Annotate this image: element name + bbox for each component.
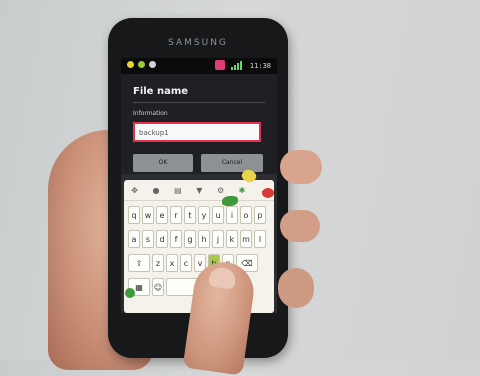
status-icons	[127, 61, 156, 68]
finger-right-2	[280, 210, 320, 242]
key-g[interactable]: g	[184, 230, 196, 248]
key-c[interactable]: c	[180, 254, 192, 272]
mic-icon[interactable]: ●	[153, 186, 160, 195]
arrows-icon[interactable]: ✥	[131, 186, 138, 195]
key-q[interactable]: q	[128, 206, 140, 224]
emoji-key[interactable]: ☺	[152, 278, 164, 296]
key-f[interactable]: f	[170, 230, 182, 248]
gear-icon[interactable]: ⚙	[217, 186, 224, 195]
notification-icon	[127, 61, 134, 68]
key-i[interactable]: i	[226, 206, 238, 224]
key-k[interactable]: k	[226, 230, 238, 248]
key-d[interactable]: d	[156, 230, 168, 248]
finger-right-3	[278, 268, 314, 308]
finger-right-1	[280, 150, 322, 184]
key-r[interactable]: r	[170, 206, 182, 224]
key-o[interactable]: o	[240, 206, 252, 224]
key-p[interactable]: p	[254, 206, 266, 224]
key-row-1: q w e r t y u i o p	[128, 206, 266, 224]
key-t[interactable]: t	[184, 206, 196, 224]
shirt-icon[interactable]: ▼	[196, 186, 202, 195]
brand-label: SAMSUNG	[168, 38, 228, 48]
key-h[interactable]: h	[198, 230, 210, 248]
sync-icon	[149, 61, 156, 68]
keyboard-toolbar: ✥ ● ▤ ▼ ⚙ ✱ ⌄	[124, 180, 274, 201]
splat-icon[interactable]: ✱	[239, 186, 246, 195]
key-a[interactable]: a	[128, 230, 140, 248]
key-z[interactable]: z	[152, 254, 164, 272]
key-u[interactable]: u	[212, 206, 224, 224]
filename-input[interactable]: backup1	[133, 122, 261, 142]
signal-icon	[231, 61, 242, 70]
dialog-title: File name	[133, 86, 189, 97]
key-y[interactable]: y	[198, 206, 210, 224]
status-time: 11:38	[249, 62, 271, 70]
paint-splat-green-small	[125, 288, 135, 298]
key-w[interactable]: w	[142, 206, 154, 224]
key-s[interactable]: s	[142, 230, 154, 248]
android-icon	[138, 61, 145, 68]
key-m[interactable]: m	[240, 230, 252, 248]
dialog-divider	[133, 102, 265, 103]
key-x[interactable]: x	[166, 254, 178, 272]
key-row-2: a s d f g h j k m l	[128, 230, 266, 248]
info-label: Information	[133, 110, 168, 117]
thumb-nail	[208, 266, 237, 290]
app-icon	[215, 60, 225, 70]
key-j[interactable]: j	[212, 230, 224, 248]
key-l[interactable]: l	[254, 230, 266, 248]
status-bar: 11:38	[121, 58, 277, 74]
key-e[interactable]: e	[156, 206, 168, 224]
clipboard-icon[interactable]: ▤	[174, 186, 182, 195]
paint-splat-red	[262, 188, 274, 198]
shift-key[interactable]: ⇧	[128, 254, 150, 272]
paint-splat-green	[222, 196, 238, 206]
cancel-button[interactable]: Cancel	[201, 154, 263, 172]
ok-button[interactable]: OK	[133, 154, 193, 172]
